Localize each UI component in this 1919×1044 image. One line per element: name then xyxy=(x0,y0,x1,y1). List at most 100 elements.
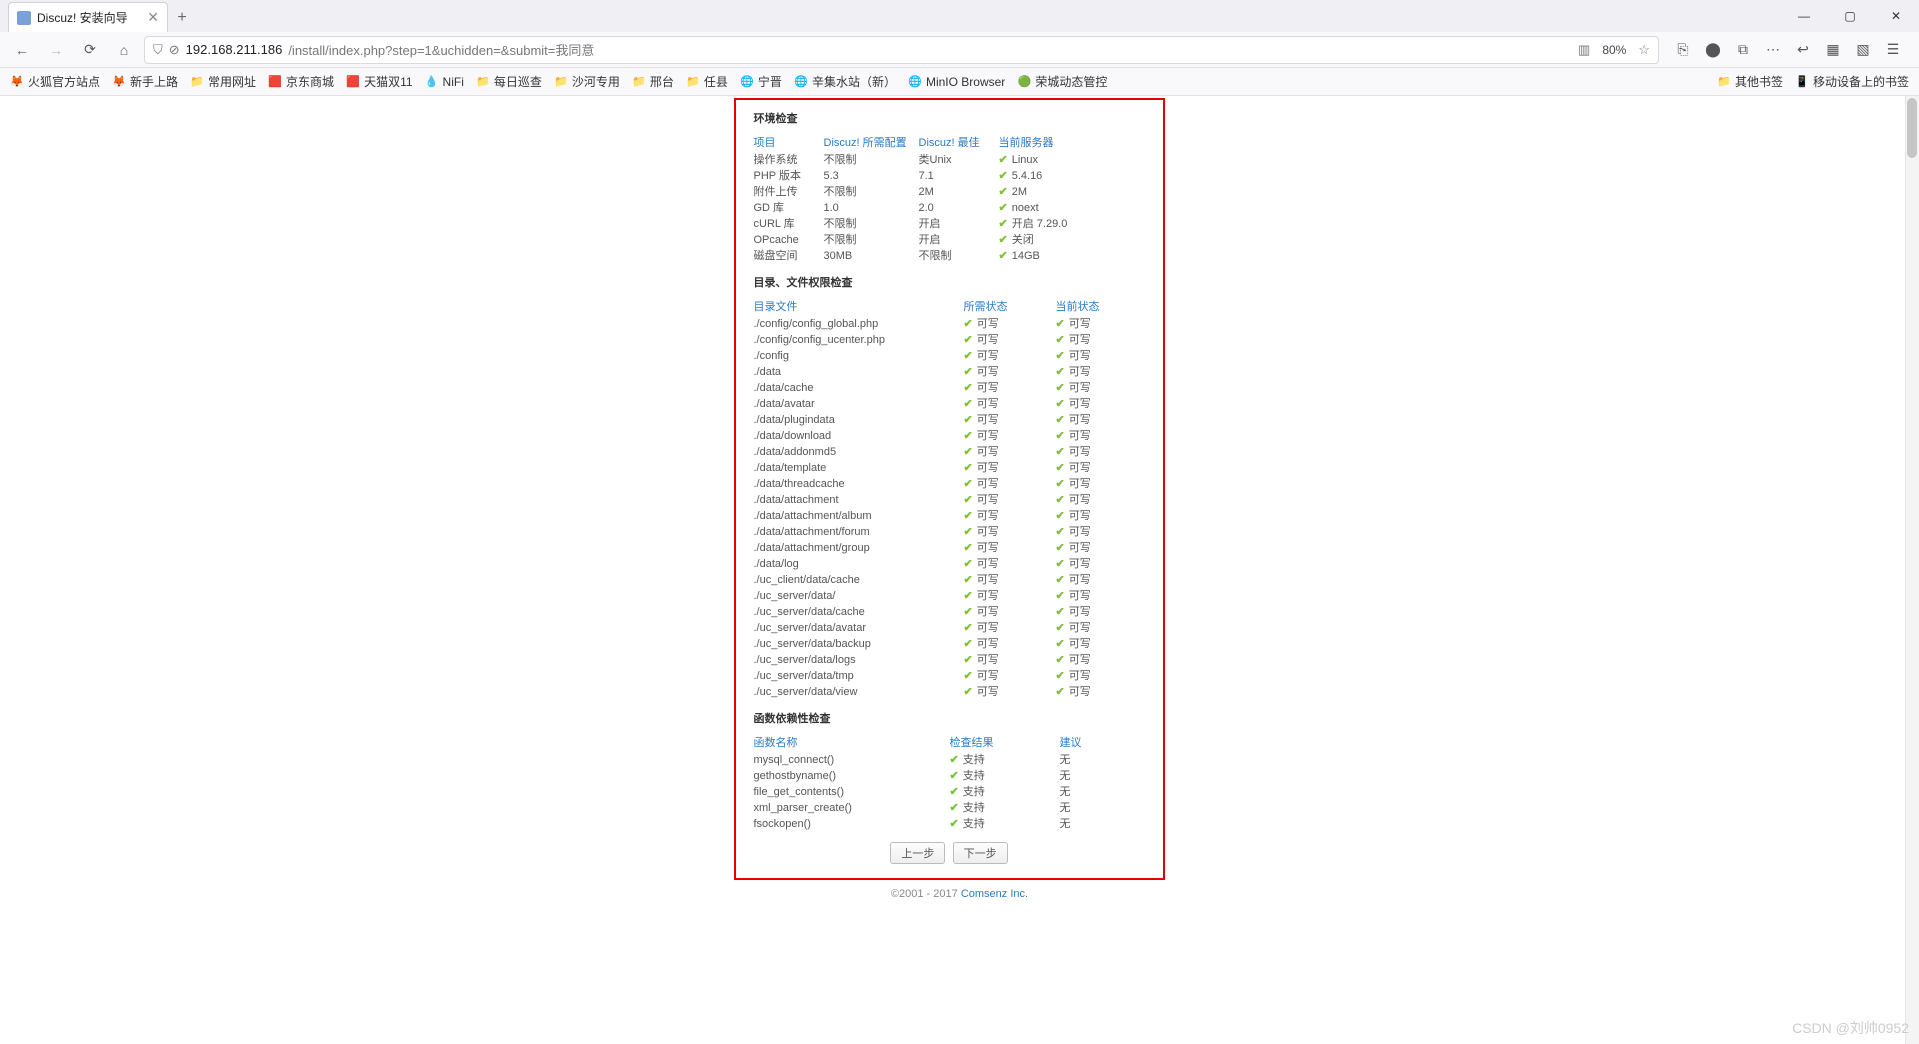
perm-need: ✔可写 xyxy=(964,556,1056,572)
vertical-scrollbar[interactable] xyxy=(1905,96,1919,1044)
perm-cur: ✔可写 xyxy=(1056,556,1145,572)
env-header-cur: 当前服务器 xyxy=(999,132,1145,152)
perm-cur: ✔可写 xyxy=(1056,684,1145,700)
env-best: 开启 xyxy=(919,232,999,248)
perm-need: ✔可写 xyxy=(964,396,1056,412)
check-icon: ✔ xyxy=(964,670,973,682)
reload-button[interactable]: ⟳ xyxy=(76,36,104,64)
env-item: cURL 库 xyxy=(754,216,824,232)
bookmark-item[interactable]: 📁邢台 xyxy=(632,73,674,90)
perm-path: ./uc_server/data/backup xyxy=(754,636,964,652)
func-header-advice: 建议 xyxy=(1060,732,1145,752)
bookmark-item[interactable]: 🦊火狐官方站点 xyxy=(10,73,100,90)
undo-icon[interactable]: ↩ xyxy=(1793,40,1813,60)
func-header-result: 检查结果 xyxy=(950,732,1060,752)
bookmark-item[interactable]: 🌐MinIO Browser xyxy=(908,73,1005,90)
check-icon: ✔ xyxy=(950,786,959,798)
qr-icon[interactable]: ▥ xyxy=(1578,42,1590,58)
env-min: 1.0 xyxy=(824,200,919,216)
perm-need: ✔可写 xyxy=(964,348,1056,364)
bookmark-label: 其他书签 xyxy=(1735,73,1783,90)
func-advice: 无 xyxy=(1060,768,1145,784)
table-row: ./uc_server/data/cache✔可写✔可写 xyxy=(754,604,1145,620)
bookmark-label: 邢台 xyxy=(650,73,674,90)
library-icon[interactable]: ⎘ xyxy=(1673,40,1693,60)
perm-path: ./config/config_ucenter.php xyxy=(754,332,964,348)
window-maximize-button[interactable]: ▢ xyxy=(1827,0,1873,32)
check-icon: ✔ xyxy=(964,446,973,458)
bookmark-item[interactable]: 💧NiFi xyxy=(425,73,464,90)
bookmark-item[interactable]: 📁其他书签 xyxy=(1717,73,1783,90)
bookmark-icon: 📁 xyxy=(686,75,700,89)
perm-header-cur: 当前状态 xyxy=(1056,296,1145,316)
tracking-shield-icon[interactable]: ⛉ xyxy=(153,42,163,58)
footer-link[interactable]: Comsenz Inc. xyxy=(961,888,1028,900)
check-icon: ✔ xyxy=(964,542,973,554)
perm-need: ✔可写 xyxy=(964,588,1056,604)
check-icon: ✔ xyxy=(950,754,959,766)
bookmark-item[interactable]: 🌐宁晋 xyxy=(740,73,782,90)
env-min: 不限制 xyxy=(824,184,919,200)
bookmark-item[interactable]: 📁任县 xyxy=(686,73,728,90)
window-close-button[interactable]: ✕ xyxy=(1873,0,1919,32)
url-input[interactable]: ⛉ ⊘ 192.168.211.186/install/index.php?st… xyxy=(144,36,1659,64)
check-icon: ✔ xyxy=(1056,382,1065,394)
window-minimize-button[interactable]: — xyxy=(1781,0,1827,32)
perm-need: ✔可写 xyxy=(964,364,1056,380)
table-row: ./data/download✔可写✔可写 xyxy=(754,428,1145,444)
table-row: ./data/attachment/group✔可写✔可写 xyxy=(754,540,1145,556)
env-best: 不限制 xyxy=(919,248,999,264)
bookmark-item[interactable]: 🦊新手上路 xyxy=(112,73,178,90)
env-min: 不限制 xyxy=(824,216,919,232)
bookmark-item[interactable]: 📁沙河专用 xyxy=(554,73,620,90)
ext1-icon[interactable]: ▦ xyxy=(1823,40,1843,60)
watermark: CSDN @刘帅0952 xyxy=(1792,1018,1909,1038)
func-name: mysql_connect() xyxy=(754,752,950,768)
new-tab-button[interactable]: + xyxy=(168,4,196,32)
back-button[interactable]: ← xyxy=(8,36,36,64)
ext2-icon[interactable]: ▧ xyxy=(1853,40,1873,60)
env-min: 30MB xyxy=(824,248,919,264)
func-name: xml_parser_create() xyxy=(754,800,950,816)
perm-path: ./data/threadcache xyxy=(754,476,964,492)
env-header-min: Discuz! 所需配置 xyxy=(824,132,919,152)
chat-icon[interactable]: ⋯ xyxy=(1763,40,1783,60)
prev-step-button[interactable]: 上一步 xyxy=(890,842,945,864)
env-best: 2.0 xyxy=(919,200,999,216)
check-icon: ✔ xyxy=(1056,686,1065,698)
perm-cur: ✔可写 xyxy=(1056,588,1145,604)
bookmark-item[interactable]: 🟥天猫双11 xyxy=(346,73,412,90)
bookmark-item[interactable]: 🟥京东商城 xyxy=(268,73,334,90)
home-button[interactable]: ⌂ xyxy=(110,36,138,64)
bookmark-item[interactable]: 📁每日巡查 xyxy=(476,73,542,90)
security-lock-icon[interactable]: ⊘ xyxy=(169,42,180,58)
table-row: ./data/addonmd5✔可写✔可写 xyxy=(754,444,1145,460)
env-best: 类Unix xyxy=(919,152,999,168)
scrollbar-thumb[interactable] xyxy=(1907,98,1917,158)
table-row: ./config✔可写✔可写 xyxy=(754,348,1145,364)
check-icon: ✔ xyxy=(1056,318,1065,330)
bookmark-item[interactable]: 📱移动设备上的书签 xyxy=(1795,73,1909,90)
zoom-level[interactable]: 80% xyxy=(1596,43,1632,57)
extensions-icon[interactable]: ⧉ xyxy=(1733,40,1753,60)
app-menu-icon[interactable]: ☰ xyxy=(1883,40,1903,60)
bookmark-star-icon[interactable]: ☆ xyxy=(1638,42,1650,58)
table-row: ./data✔可写✔可写 xyxy=(754,364,1145,380)
tab-close-icon[interactable]: ✕ xyxy=(147,9,159,26)
browser-tab-active[interactable]: Discuz! 安装向导 ✕ xyxy=(8,2,168,32)
perm-need: ✔可写 xyxy=(964,572,1056,588)
check-icon: ✔ xyxy=(999,250,1008,262)
next-step-button[interactable]: 下一步 xyxy=(953,842,1008,864)
bookmark-label: 沙河专用 xyxy=(572,73,620,90)
bookmark-item[interactable]: 📁常用网址 xyxy=(190,73,256,90)
check-icon: ✔ xyxy=(1056,414,1065,426)
bookmark-item[interactable]: 🌐辛集水站（新） xyxy=(794,73,896,90)
check-icon: ✔ xyxy=(1056,446,1065,458)
check-icon: ✔ xyxy=(964,318,973,330)
table-row: ./data/attachment✔可写✔可写 xyxy=(754,492,1145,508)
table-row: ./uc_server/data/logs✔可写✔可写 xyxy=(754,652,1145,668)
forward-button[interactable]: → xyxy=(42,36,70,64)
bookmark-item[interactable]: 🟢荣城动态管控 xyxy=(1017,73,1107,90)
account-icon[interactable]: ⬤ xyxy=(1703,40,1723,60)
table-row: PHP 版本5.37.1✔5.4.16 xyxy=(754,168,1145,184)
